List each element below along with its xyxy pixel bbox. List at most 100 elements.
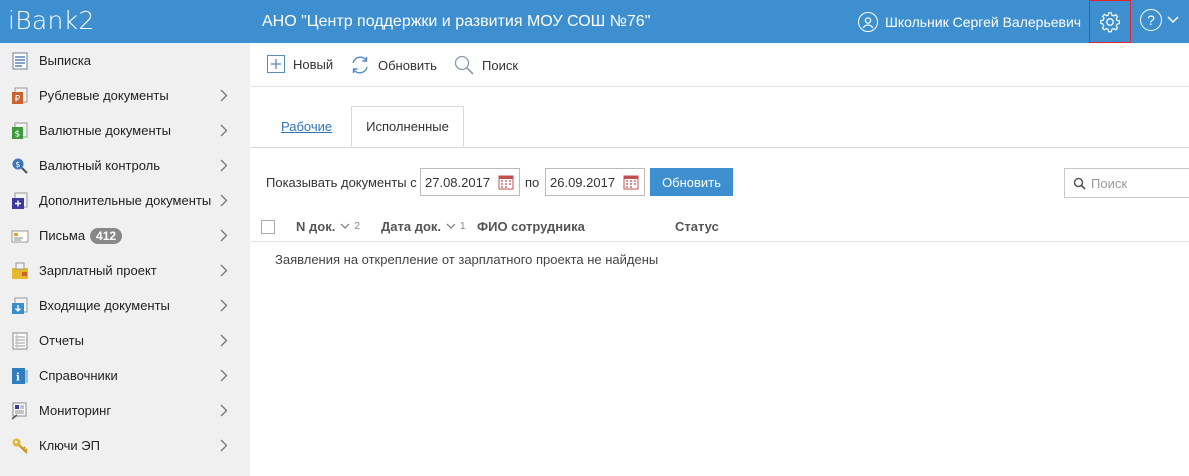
- refresh-icon: [352, 56, 368, 74]
- chevron-right-icon: [220, 89, 228, 102]
- sidebar-item-incoming-docs[interactable]: Входящие документы: [0, 288, 250, 323]
- user-name: Школьник Сергей Валерьевич: [885, 14, 1082, 30]
- sidebar-item-currency-control[interactable]: $ Валютный контроль: [0, 148, 250, 183]
- sidebar-item-label: Выписка: [39, 53, 92, 68]
- table-header: N док. 2 Дата док. 1 ФИО сотрудника Стат…: [251, 211, 1189, 242]
- chevron-down-icon: [340, 223, 350, 229]
- app-logo[interactable]: iBank2: [8, 6, 95, 35]
- sidebar-item-label: Письма: [39, 228, 86, 243]
- filter-label: Показывать документы с: [266, 175, 417, 190]
- sidebar-item-monitoring[interactable]: Мониторинг: [0, 393, 250, 428]
- date-to-label: по: [525, 175, 540, 190]
- tab-bar: Рабочие Исполненные: [251, 106, 1189, 148]
- column-status[interactable]: Статус: [675, 219, 719, 234]
- svg-text:$: $: [15, 129, 21, 139]
- sidebar-item-label: Дополнительные документы: [39, 193, 212, 208]
- monitoring-icon: [10, 401, 30, 421]
- calendar-icon[interactable]: [498, 174, 514, 190]
- sidebar: Выписка ₽ Рублевые документы $ Валютные …: [0, 43, 250, 476]
- sidebar-item-currency-docs[interactable]: $ Валютные документы: [0, 113, 250, 148]
- column-label: N док.: [296, 219, 336, 234]
- new-button-label: Новый: [293, 56, 334, 72]
- help-icon: ?: [1140, 9, 1162, 31]
- calendar-icon[interactable]: [623, 174, 639, 190]
- chevron-down-icon: [446, 223, 456, 229]
- top-bar: iBank2 АНО "Центр поддержки и развития М…: [0, 0, 1189, 43]
- tab-work[interactable]: Рабочие: [281, 119, 332, 134]
- chevron-right-icon: [220, 334, 228, 347]
- letter-icon: [10, 226, 30, 246]
- gear-icon: [1100, 11, 1121, 32]
- unread-count-badge: 412: [90, 227, 123, 244]
- date-from-value: 27.08.2017: [425, 174, 491, 190]
- sort-order: 2: [354, 221, 360, 232]
- chevron-right-icon: [220, 124, 228, 137]
- sort-order: 1: [460, 221, 466, 232]
- toolbar: Новый Обновить Поиск: [251, 43, 1189, 87]
- currency-docs-icon: $: [10, 121, 30, 141]
- sidebar-item-additional-docs[interactable]: Дополнительные документы: [0, 183, 250, 218]
- svg-text:i: i: [16, 372, 20, 383]
- help-menu[interactable]: ?: [1140, 9, 1179, 31]
- date-to-value: 26.09.2017: [550, 174, 616, 190]
- sidebar-item-label: Отчеты: [39, 333, 84, 348]
- date-to-field[interactable]: 26.09.2017: [545, 168, 645, 196]
- sidebar-item-salary-project[interactable]: Зарплатный проект: [0, 253, 250, 288]
- search-input[interactable]: Поиск: [1064, 168, 1189, 198]
- select-all-checkbox[interactable]: [261, 220, 275, 234]
- svg-text:₽: ₽: [15, 94, 21, 104]
- sidebar-item-keys[interactable]: Ключи ЭП: [0, 428, 250, 463]
- column-label: Дата док.: [381, 219, 442, 234]
- currency-control-icon: $: [10, 156, 30, 176]
- sidebar-item-label: Справочники: [39, 368, 118, 383]
- key-icon: [10, 436, 30, 456]
- chevron-right-icon: [220, 369, 228, 382]
- sidebar-item-label: Мониторинг: [39, 403, 112, 418]
- plus-document-icon: [267, 55, 285, 73]
- reference-icon: i: [10, 366, 30, 386]
- filter-refresh-button[interactable]: Обновить: [650, 168, 733, 196]
- sidebar-item-reference[interactable]: i Справочники: [0, 358, 250, 393]
- sidebar-item-label: Ключи ЭП: [39, 438, 100, 453]
- search-placeholder: Поиск: [1091, 175, 1128, 191]
- reports-icon: [10, 331, 30, 351]
- new-button[interactable]: Новый: [266, 54, 333, 74]
- column-doc-date[interactable]: Дата док. 1: [381, 219, 466, 234]
- column-label: ФИО сотрудника: [477, 219, 585, 234]
- additional-docs-icon: [10, 191, 30, 211]
- user-menu[interactable]: Школьник Сергей Валерьевич: [858, 11, 1081, 33]
- empty-table-message: Заявления на открепление от зарплатного …: [275, 252, 659, 267]
- chevron-right-icon: [220, 159, 228, 172]
- column-doc-number[interactable]: N док. 2: [296, 219, 360, 234]
- sidebar-item-ruble-docs[interactable]: ₽ Рублевые документы: [0, 78, 250, 113]
- sidebar-item-statement[interactable]: Выписка: [0, 43, 250, 78]
- chevron-right-icon: [220, 299, 228, 312]
- sidebar-item-label: Зарплатный проект: [39, 263, 157, 278]
- chevron-right-icon: [220, 194, 228, 207]
- sidebar-item-reports[interactable]: Отчеты: [0, 323, 250, 358]
- sidebar-item-label: Валютный контроль: [39, 158, 161, 173]
- sidebar-item-label: Рублевые документы: [39, 88, 169, 103]
- chevron-right-icon: [220, 264, 228, 277]
- refresh-button[interactable]: Обновить: [349, 54, 437, 76]
- chevron-right-icon: [220, 404, 228, 417]
- chevron-down-icon: [1167, 16, 1179, 24]
- date-from-field[interactable]: 27.08.2017: [420, 168, 520, 196]
- incoming-docs-icon: [10, 296, 30, 316]
- sidebar-item-label: Входящие документы: [39, 298, 170, 313]
- sidebar-item-label: Валютные документы: [39, 123, 171, 138]
- refresh-button-label: Обновить: [378, 57, 437, 73]
- chevron-right-icon: [220, 229, 228, 242]
- search-button-label: Поиск: [482, 57, 519, 73]
- salary-icon: [10, 261, 30, 281]
- settings-button[interactable]: [1089, 0, 1131, 43]
- tab-done[interactable]: Исполненные: [351, 106, 464, 147]
- organization-name: АНО "Центр поддержки и развития МОУ СОШ …: [262, 13, 651, 30]
- search-button[interactable]: Поиск: [453, 54, 518, 76]
- statement-icon: [10, 51, 30, 71]
- sidebar-item-letters[interactable]: Письма 412: [0, 218, 250, 253]
- search-icon: [1073, 177, 1086, 190]
- ruble-docs-icon: ₽: [10, 86, 30, 106]
- column-employee-name[interactable]: ФИО сотрудника: [477, 219, 585, 234]
- search-icon: [454, 55, 474, 75]
